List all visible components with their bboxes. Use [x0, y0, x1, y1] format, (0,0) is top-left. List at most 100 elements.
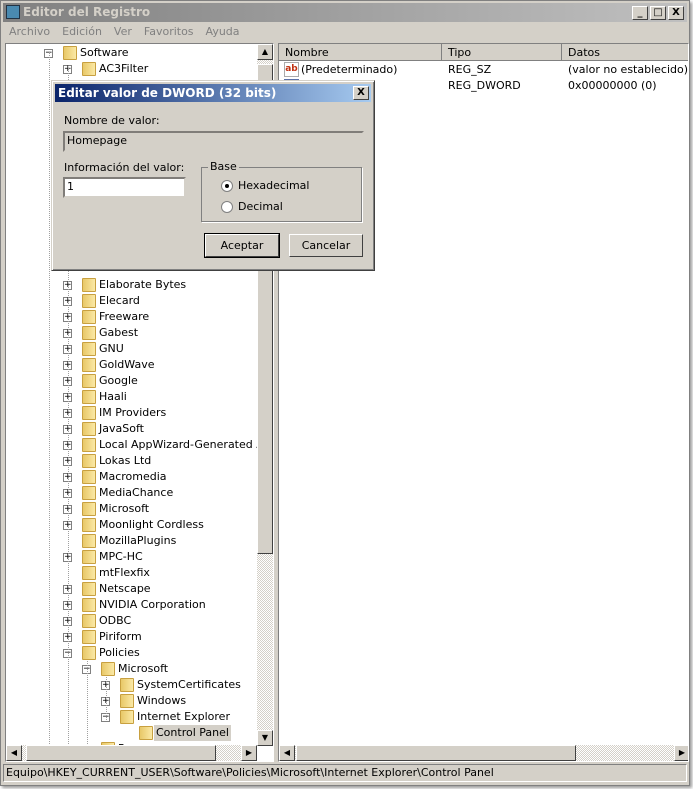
tree-item-label: Elaborate Bytes [99, 278, 187, 291]
scroll-left-button[interactable]: ◀ [6, 745, 22, 761]
menu-edicion[interactable]: Edición [56, 23, 108, 41]
tree-item[interactable]: MozillaPlugins [6, 533, 256, 549]
value-name: (Predeterminado) [301, 63, 398, 76]
minimize-button[interactable]: _ [632, 6, 648, 20]
column-header-datos[interactable]: Datos [562, 44, 688, 61]
tree-item-label: Moonlight Cordless [99, 518, 204, 531]
regedit-app-icon [6, 5, 20, 19]
folder-icon [82, 582, 96, 596]
tree-item[interactable]: + Netscape [6, 581, 256, 597]
menu-archivo[interactable]: Archivo [3, 23, 56, 41]
scroll-down-button[interactable]: ▼ [257, 730, 273, 746]
tree-item-label: NVIDIA Corporation [99, 598, 206, 611]
dialog-title-bar: Editar valor de DWORD (32 bits) X [55, 84, 371, 102]
menu-ayuda[interactable]: Ayuda [200, 23, 246, 41]
tree-item[interactable]: mtFlexfix [6, 565, 256, 581]
close-button[interactable]: X [668, 6, 684, 20]
scroll-up-button[interactable]: ▲ [257, 44, 273, 60]
tree-item-label: Netscape [99, 582, 151, 595]
tree-item[interactable]: + IM Providers [6, 405, 256, 421]
tree-item[interactable]: + Gabest [6, 325, 256, 341]
tree-item[interactable]: + Microsoft [6, 501, 256, 517]
tree-item[interactable]: + Google [6, 373, 256, 389]
value-name-field: Homepage [63, 131, 364, 152]
tree-item[interactable]: − Policies [6, 645, 256, 661]
cancel-button[interactable]: Cancelar [289, 234, 363, 257]
scroll-right-button[interactable]: ▶ [674, 745, 688, 761]
tree-item[interactable]: + Macromedia [6, 469, 256, 485]
tree-item[interactable]: + Elaborate Bytes [6, 277, 256, 293]
folder-icon [82, 486, 96, 500]
tree-item[interactable]: − Internet Explorer [6, 709, 256, 725]
radio-button[interactable] [221, 201, 233, 213]
value-type: REG_SZ [448, 63, 492, 76]
tree-item[interactable]: + Piriform [6, 629, 256, 645]
folder-icon [120, 678, 134, 692]
list-horizontal-scrollbar[interactable]: ◀ ▶ [279, 745, 688, 761]
radio-button[interactable] [221, 180, 233, 192]
tree-item[interactable]: + Moonlight Cordless [6, 517, 256, 533]
scroll-right-button[interactable]: ▶ [241, 745, 257, 761]
tree-item[interactable]: + GNU [6, 341, 256, 357]
value-name-label: Nombre de valor: [64, 114, 160, 127]
tree-item-label: mtFlexfix [99, 566, 150, 579]
value-type: REG_DWORD [448, 79, 521, 92]
tree-item[interactable]: + Windows [6, 693, 256, 709]
tree-item[interactable]: + Freeware [6, 309, 256, 325]
tree-item[interactable]: + Haali [6, 389, 256, 405]
folder-icon [82, 502, 96, 516]
scroll-thumb[interactable] [26, 745, 216, 761]
tree-item[interactable]: + AC3Filter [6, 61, 256, 77]
tree-item[interactable]: + Local AppWizard-Generated App [6, 437, 273, 453]
tree-guide-line [106, 677, 107, 720]
tree-item[interactable]: + Lokas Ltd [6, 453, 256, 469]
folder-icon [82, 550, 96, 564]
menu-bar: Archivo Edición Ver Favoritos Ayuda [3, 23, 246, 41]
tree-item-label: IM Providers [99, 406, 167, 419]
tree-item-label: AC3Filter [99, 62, 149, 75]
tree-item-label: ODBC [99, 614, 132, 627]
dialog-close-button[interactable]: X [353, 86, 369, 100]
title-bar: Editor del Registro _ □ X [3, 3, 687, 22]
column-header-nombre[interactable]: Nombre [279, 44, 442, 61]
folder-icon [82, 406, 96, 420]
folder-icon [82, 422, 96, 436]
base-groupbox: Base Hexadecimal Decimal [201, 160, 362, 222]
tree-item[interactable]: + NVIDIA Corporation [6, 597, 256, 613]
tree-item[interactable]: + GoldWave [6, 357, 256, 373]
tree-item-label: Piriform [99, 630, 142, 643]
value-data-label: Información del valor: [64, 161, 185, 174]
tree-horizontal-scrollbar[interactable]: ◀ ▶ [6, 745, 257, 761]
scroll-left-button[interactable]: ◀ [279, 745, 295, 761]
folder-icon [63, 46, 77, 60]
tree-item[interactable]: + SystemCertificates [6, 677, 256, 693]
menu-favoritos[interactable]: Favoritos [138, 23, 200, 41]
tree-item[interactable]: + MediaChance [6, 485, 256, 501]
folder-icon [120, 710, 134, 724]
tree-item-label: Policies [99, 646, 140, 659]
tree-item[interactable]: − Microsoft [6, 661, 256, 677]
tree-item[interactable]: + MPC-HC [6, 549, 256, 565]
tree-item-label: Windows [137, 694, 187, 707]
folder-icon [82, 598, 96, 612]
menu-ver[interactable]: Ver [108, 23, 138, 41]
tree-guide-line [87, 661, 88, 744]
scroll-thumb[interactable] [296, 745, 576, 761]
tree-item-label: Local AppWizard-Generated App [99, 438, 274, 451]
tree-item[interactable]: − Software [6, 45, 256, 61]
column-header-tipo[interactable]: Tipo [442, 44, 562, 61]
tree-item[interactable]: + ODBC [6, 613, 256, 629]
tree-item[interactable]: Control Panel [6, 725, 256, 741]
maximize-button[interactable]: □ [650, 6, 666, 20]
value-data-input[interactable]: 1 [63, 177, 186, 198]
folder-icon [82, 326, 96, 340]
tree-item-label: Control Panel [154, 725, 231, 741]
string-value-icon: ab [284, 62, 299, 77]
value-data: (valor no establecido) [568, 63, 689, 76]
folder-icon [82, 390, 96, 404]
tree-item[interactable]: + Elecard [6, 293, 256, 309]
tree-item[interactable]: + JavaSoft [6, 421, 256, 437]
ok-button[interactable]: Aceptar [204, 233, 280, 258]
tree-item-label: Software [80, 46, 129, 59]
tree-item-label: GNU [99, 342, 124, 355]
